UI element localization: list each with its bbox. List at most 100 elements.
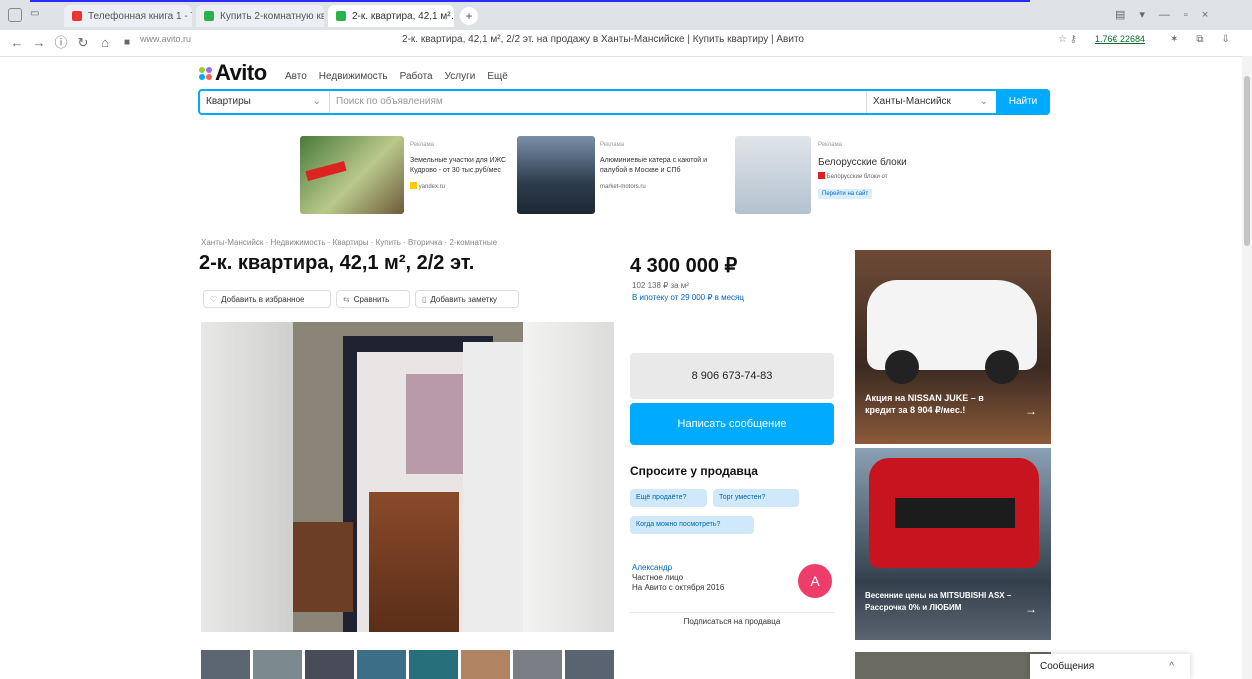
ad-text: Земельные участки для ИЖС Кудрово - от 3… (410, 157, 507, 174)
compare-icon: ⇆ (343, 294, 350, 304)
city-value: Ханты-Мансийск (873, 96, 951, 107)
thumbnail[interactable] (409, 650, 458, 679)
tab-grid-icon[interactable]: ▭ (30, 8, 46, 22)
ad-2-image[interactable] (517, 136, 595, 214)
nav-item-realty[interactable]: Недвижимость (319, 71, 388, 82)
ad-1-image[interactable] (300, 136, 404, 214)
search-button[interactable]: Найти (996, 89, 1050, 115)
tab-label: Купить 2-комнатную кв… (220, 10, 324, 22)
photo-wall-right (523, 322, 614, 632)
seller-type: Частное лицо (632, 573, 684, 582)
seller-name[interactable]: Александр (632, 563, 724, 573)
ad-2[interactable]: Реклама Алюминиевые катера с каютой и па… (600, 140, 710, 192)
top-nav: Авто Недвижимость Работа Услуги Ещё (285, 71, 508, 82)
thumbnail[interactable] (201, 650, 250, 679)
ad-cta-button[interactable]: Перейти на сайт (818, 189, 873, 199)
banner-wheel (985, 350, 1019, 384)
extensions-icon[interactable]: ☆ ⚷ (1058, 34, 1077, 45)
ask-chip[interactable]: Когда можно посмотреть? (630, 516, 754, 534)
thumbnail[interactable] (305, 650, 354, 679)
banner-wheel (885, 350, 919, 384)
chevron-up-icon[interactable]: ^ (1169, 654, 1174, 679)
subscribe-button[interactable]: Подписаться на продавца (630, 612, 834, 631)
ad-label: Реклама (410, 142, 435, 148)
avatar[interactable]: А (798, 564, 832, 598)
messages-bar[interactable]: Сообщения ^ (1030, 654, 1190, 679)
scrollbar[interactable] (1242, 56, 1252, 679)
button-label: Добавить в избранное (221, 294, 305, 304)
arrow-right-icon: → (1025, 404, 1037, 418)
nav-item-services[interactable]: Услуги (445, 71, 476, 82)
ask-chip[interactable]: Ещё продаёте? (630, 489, 707, 507)
ad-source-text: market-motors.ru (600, 184, 646, 190)
banner-text: Акция на NISSAN JUKE – в кредит за 8 904… (865, 393, 984, 415)
window-controls[interactable]: ▤▾—▫× (1115, 8, 1222, 21)
tab-favicon-icon (204, 11, 214, 21)
show-phone-button[interactable]: 8 906 673-74-83 (630, 353, 834, 399)
browser-tab-2[interactable]: Купить 2-комнатную кв… (196, 5, 324, 27)
avito-logo[interactable]: Avito (199, 60, 267, 86)
photo-thumbnails (201, 650, 614, 679)
seller-since: На Авито с октября 2016 (632, 583, 725, 592)
write-message-button[interactable]: Написать сообщение (630, 403, 834, 445)
logo-text: Avito (215, 60, 267, 85)
nav-item-more[interactable]: Ещё (487, 71, 507, 82)
tab-favicon-icon (72, 11, 82, 21)
thumbnail[interactable] (253, 650, 302, 679)
link-underline (30, 0, 1030, 2)
search-input[interactable]: Поиск по объявлениям (332, 91, 862, 113)
nav-item-auto[interactable]: Авто (285, 71, 307, 82)
browser-tab-active[interactable]: 2-к. квартира, 42,1 м²… × (328, 5, 454, 27)
photo-door (463, 342, 523, 632)
city-select[interactable]: Ханты-Мансийск ⌄ (866, 91, 996, 113)
scrollbar-thumb[interactable] (1244, 76, 1250, 246)
ad-3-image[interactable] (735, 136, 811, 214)
price-per-meter: 102 138 ₽ за м² (632, 281, 689, 290)
photo-wall-left (201, 322, 293, 632)
url-field[interactable]: www.avito.ru (140, 34, 191, 44)
home-icon[interactable]: ⌂ (96, 34, 114, 52)
seller-info: Александр Частное лицо На Авито с октябр… (632, 563, 724, 593)
reload-icon[interactable]: ↻ (74, 34, 92, 52)
banner-third[interactable] (855, 652, 1051, 679)
new-tab-button[interactable]: + (460, 7, 478, 25)
info-icon[interactable]: ⓘ (52, 34, 70, 52)
compare-button[interactable]: ⇆ Сравнить (336, 290, 410, 308)
browser-balance[interactable]: 1.76€ 22684 (1095, 34, 1145, 44)
browser-tab-1[interactable]: Телефонная книга 1 - Т… (64, 5, 192, 27)
ad-label: Реклама (818, 142, 843, 148)
add-to-favorites-button[interactable]: ♡ Добавить в избранное (203, 290, 331, 308)
tab-label: 2-к. квартира, 42,1 м²… (352, 10, 454, 22)
ad-title: Белорусские блоки (818, 157, 907, 168)
ad-source-text: yandex.ru (418, 184, 446, 190)
messages-label: Сообщения (1040, 661, 1095, 672)
banner-mitsubishi[interactable]: Весенние цены на MITSUBISHI ASX – Рассро… (855, 448, 1051, 640)
thumbnail[interactable] (461, 650, 510, 679)
banner-nissan[interactable]: Акция на NISSAN JUKE – в кредит за 8 904… (855, 250, 1051, 444)
breadcrumb[interactable]: Ханты-Мансийск · Недвижимость · Квартиры… (201, 238, 497, 247)
thumbnail[interactable] (565, 650, 614, 679)
button-label: Сравнить (353, 294, 390, 304)
listing-title: 2-к. квартира, 42,1 м², 2/2 эт. (199, 252, 475, 274)
mortgage-link[interactable]: В ипотеку от 29 000 ₽ в месяц (632, 293, 744, 302)
price: 4 300 000 ₽ (630, 255, 738, 277)
ad-3[interactable]: Реклама Белорусские блоки Белорусские бл… (818, 140, 948, 200)
category-value: Квартиры (206, 96, 251, 107)
main-photo[interactable] (201, 322, 614, 632)
add-note-button[interactable]: ▯ Добавить заметку (415, 290, 519, 308)
banner-text: Весенние цены на MITSUBISHI ASX – Рассро… (865, 591, 1012, 612)
browser-actions-icon[interactable]: ✶⧉⇩ (1170, 34, 1248, 45)
ask-chip[interactable]: Торг уместен? (713, 489, 799, 507)
ad-1[interactable]: Реклама Земельные участки для ИЖС Кудров… (410, 140, 510, 192)
arrow-right-icon: → (1025, 602, 1037, 616)
browser-menu-icon[interactable] (8, 8, 22, 22)
ad-sub-text: Белорусские блоки от (826, 174, 888, 180)
forward-icon[interactable]: → (30, 34, 48, 52)
chevron-down-icon: ⌄ (979, 96, 988, 107)
thumbnail[interactable] (513, 650, 562, 679)
nav-item-jobs[interactable]: Работа (400, 71, 433, 82)
ad-sub: Белорусские блоки от (818, 172, 948, 182)
back-icon[interactable]: ← (8, 34, 26, 52)
thumbnail[interactable] (357, 650, 406, 679)
category-select[interactable]: Квартиры ⌄ (200, 91, 330, 113)
